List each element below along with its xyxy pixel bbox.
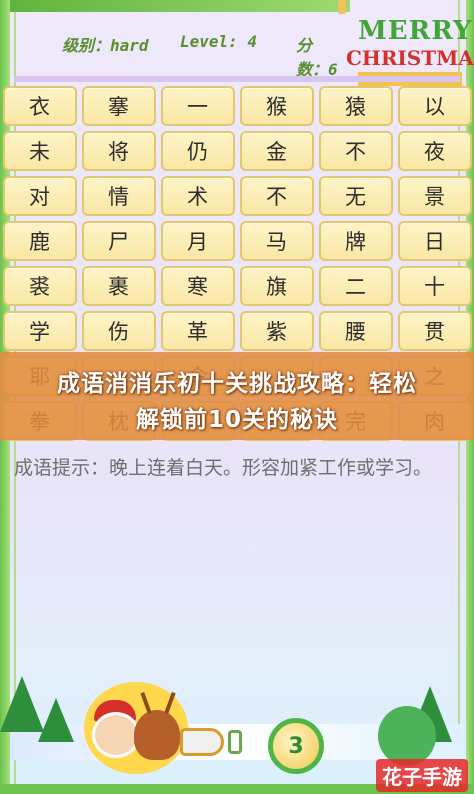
char-tile[interactable]: 景 — [397, 176, 472, 216]
char-tile[interactable]: 对 — [2, 176, 77, 216]
char-tile[interactable]: 猴 — [239, 86, 314, 126]
char-tile[interactable]: 寒 — [160, 266, 235, 306]
char-tile[interactable]: 十 — [397, 266, 472, 306]
char-tile[interactable]: 猿 — [318, 86, 393, 126]
char-tile[interactable]: 日 — [397, 221, 472, 261]
char-tile[interactable]: 腰 — [318, 311, 393, 351]
refresh-count: 3 — [288, 733, 304, 759]
char-tile[interactable]: 裹 — [81, 266, 156, 306]
santa-icon — [92, 712, 140, 758]
merry-christmas-logo: MERRY CHRISTMAS — [344, 16, 474, 76]
char-tile[interactable]: 以 — [397, 86, 472, 126]
char-tile[interactable]: 仍 — [160, 131, 235, 171]
banner-line-1: 成语消消乐初十关挑战攻略：轻松 — [57, 371, 417, 397]
char-tile[interactable]: 尸 — [81, 221, 156, 261]
header: 级别：hard Level: 4 分数：6 — [20, 18, 340, 79]
merry-text: MERRY — [358, 16, 473, 46]
char-tile[interactable]: 二 — [318, 266, 393, 306]
speaker-horn-button[interactable] — [180, 728, 224, 756]
char-tile[interactable]: 紫 — [239, 311, 314, 351]
char-tile[interactable]: 伤 — [81, 311, 156, 351]
char-tile[interactable]: 裘 — [2, 266, 77, 306]
char-tile[interactable]: 牌 — [318, 221, 393, 261]
char-tile[interactable]: 情 — [81, 176, 156, 216]
hint-button[interactable] — [378, 706, 436, 766]
divider — [14, 76, 460, 82]
top-progress-bar — [10, 0, 350, 12]
score-label: 分数：6 — [296, 36, 338, 79]
level-label: Level: 4 — [180, 32, 258, 51]
reindeer-icon — [134, 710, 180, 760]
char-tile[interactable]: 未 — [2, 131, 77, 171]
top-bar-marker — [338, 0, 346, 14]
char-tile[interactable]: 不 — [318, 131, 393, 171]
char-tile[interactable]: 旗 — [239, 266, 314, 306]
refresh-button[interactable]: 3 — [268, 718, 324, 774]
char-tile[interactable]: 金 — [239, 131, 314, 171]
char-tile[interactable]: 不 — [239, 176, 314, 216]
char-tile[interactable]: 将 — [81, 131, 156, 171]
char-tile[interactable]: 搴 — [81, 86, 156, 126]
char-tile[interactable]: 术 — [160, 176, 235, 216]
idiom-hint: 成语提示：晚上连着白天。形容加紧工作或学习。 — [14, 457, 433, 479]
char-tile[interactable]: 衣 — [2, 86, 77, 126]
char-tile[interactable]: 学 — [2, 311, 77, 351]
banner-line-2: 解锁前10关的秘诀 — [135, 407, 338, 433]
char-tile[interactable]: 马 — [239, 221, 314, 261]
christmas-tree-icon — [38, 698, 74, 742]
char-tile[interactable]: 贯 — [397, 311, 472, 351]
char-tile[interactable]: 月 — [160, 221, 235, 261]
char-tile[interactable]: 革 — [160, 311, 235, 351]
char-tile[interactable]: 一 — [160, 86, 235, 126]
char-tile[interactable]: 无 — [318, 176, 393, 216]
christmas-text: CHRISTMAS — [346, 46, 474, 70]
char-tile[interactable]: 鹿 — [2, 221, 77, 261]
title-banner: 成语消消乐初十关挑战攻略：轻松 解锁前10关的秘诀 — [0, 352, 474, 440]
char-tile[interactable]: 夜 — [397, 131, 472, 171]
sound-level-icon — [228, 730, 242, 754]
watermark: 花子手游 — [376, 759, 468, 792]
difficulty-label: 级别：hard — [62, 36, 149, 55]
